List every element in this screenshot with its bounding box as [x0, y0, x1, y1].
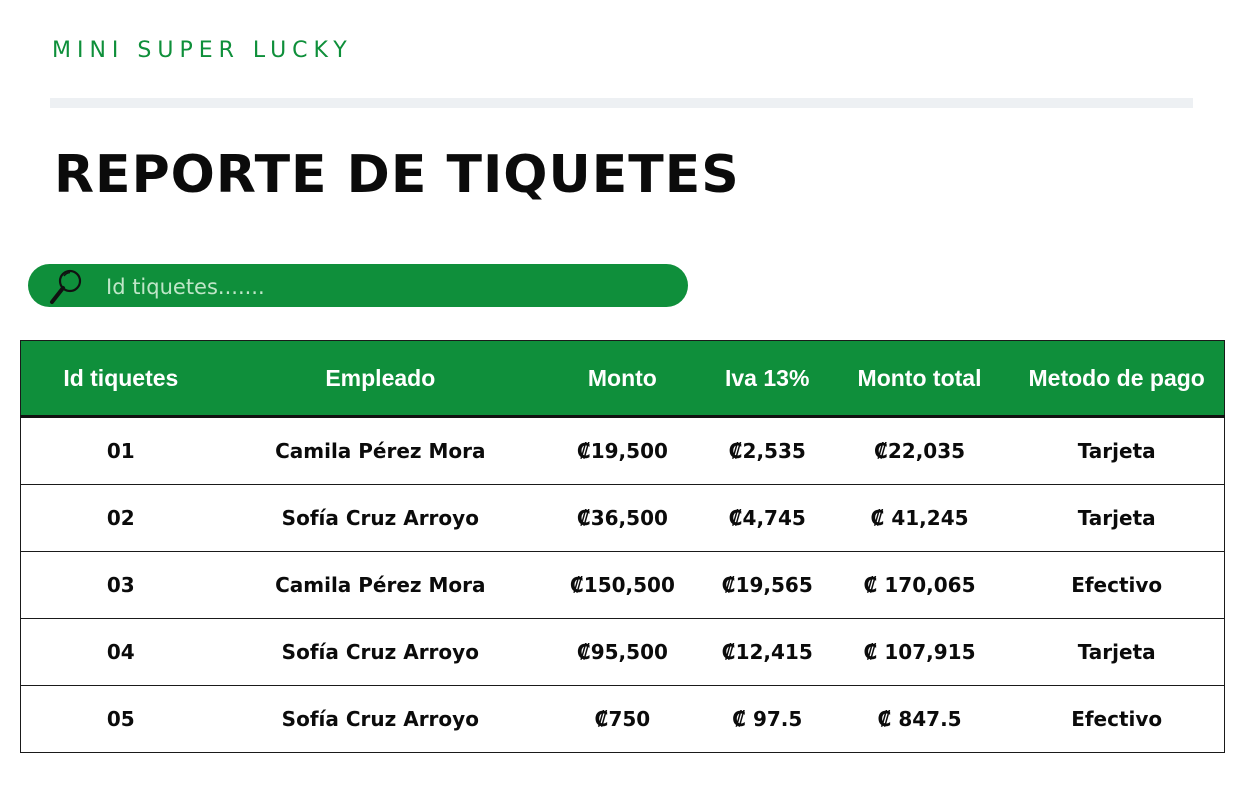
cell-ticket-id: 02	[20, 484, 221, 552]
search-bar[interactable]	[28, 264, 688, 309]
cell-iva: ₡ 97.5	[732, 707, 803, 731]
cell-ticket-id: 01	[20, 416, 221, 485]
table-row[interactable]: 05 Sofía Cruz Arroyo ₡750 ₡ 97.5 ₡ 847.5…	[21, 686, 1225, 753]
cell-payment-method: Tarjeta	[1009, 618, 1225, 686]
cell-total: ₡ 847.5	[877, 707, 962, 731]
cell-payment-method: Tarjeta	[1009, 484, 1225, 552]
cell-payment-method: Efectivo	[1009, 551, 1225, 619]
column-header-payment-method[interactable]: Metodo de pago	[1009, 340, 1225, 418]
cell-iva: ₡4,745	[704, 484, 830, 552]
cell-ticket-id: 05	[106, 707, 135, 731]
table-row[interactable]: 01 Camila Pérez Mora ₡19,500 ₡2,535 ₡22,…	[20, 416, 1225, 485]
cell-amount: ₡750	[594, 707, 651, 731]
cell-iva: ₡2,535	[704, 416, 830, 485]
column-header-iva[interactable]: Iva 13%	[704, 340, 830, 418]
cell-ticket-id: 04	[20, 618, 221, 686]
table-row[interactable]: 04 Sofía Cruz Arroyo ₡95,500 ₡12,415 ₡ 1…	[20, 618, 1225, 686]
cell-employee: Camila Pérez Mora	[220, 416, 540, 485]
cell-total: ₡ 41,245	[829, 484, 1010, 552]
cell-employee: Camila Pérez Mora	[220, 551, 540, 619]
search-input[interactable]	[104, 264, 668, 309]
cell-payment-method: Efectivo	[1071, 707, 1163, 731]
brand-logo-text: MINI SUPER LUCKY	[52, 38, 353, 63]
column-header-id[interactable]: Id tiquetes	[20, 340, 221, 418]
column-header-amount[interactable]: Monto	[539, 340, 705, 418]
tickets-table: Id tiquetes Empleado Monto Iva 13% Monto…	[20, 340, 1225, 753]
cell-ticket-id: 03	[20, 551, 221, 619]
cell-employee: Sofía Cruz Arroyo	[220, 618, 540, 686]
cell-iva: ₡19,565	[704, 551, 830, 619]
cell-amount: ₡36,500	[539, 484, 705, 552]
cell-iva: ₡12,415	[704, 618, 830, 686]
column-header-total[interactable]: Monto total	[829, 340, 1010, 418]
cell-amount: ₡150,500	[539, 551, 705, 619]
magnifier-icon[interactable]	[48, 266, 88, 306]
cell-amount: ₡19,500	[539, 416, 705, 485]
cell-employee: Sofía Cruz Arroyo	[220, 484, 540, 552]
cell-payment-method: Tarjeta	[1009, 416, 1225, 485]
table-row[interactable]: 03 Camila Pérez Mora ₡150,500 ₡19,565 ₡ …	[20, 551, 1225, 619]
cell-employee: Sofía Cruz Arroyo	[281, 707, 479, 731]
header-divider	[50, 98, 1193, 108]
cell-total: ₡ 107,915	[829, 618, 1010, 686]
table-row[interactable]: 02 Sofía Cruz Arroyo ₡36,500 ₡4,745 ₡ 41…	[20, 484, 1225, 552]
column-header-employee[interactable]: Empleado	[220, 340, 540, 418]
cell-total: ₡ 170,065	[829, 551, 1010, 619]
page-title: REPORTE DE TIQUETES	[54, 145, 740, 205]
cell-amount: ₡95,500	[539, 618, 705, 686]
cell-total: ₡22,035	[829, 416, 1010, 485]
table-header-row: Id tiquetes Empleado Monto Iva 13% Monto…	[20, 340, 1225, 418]
